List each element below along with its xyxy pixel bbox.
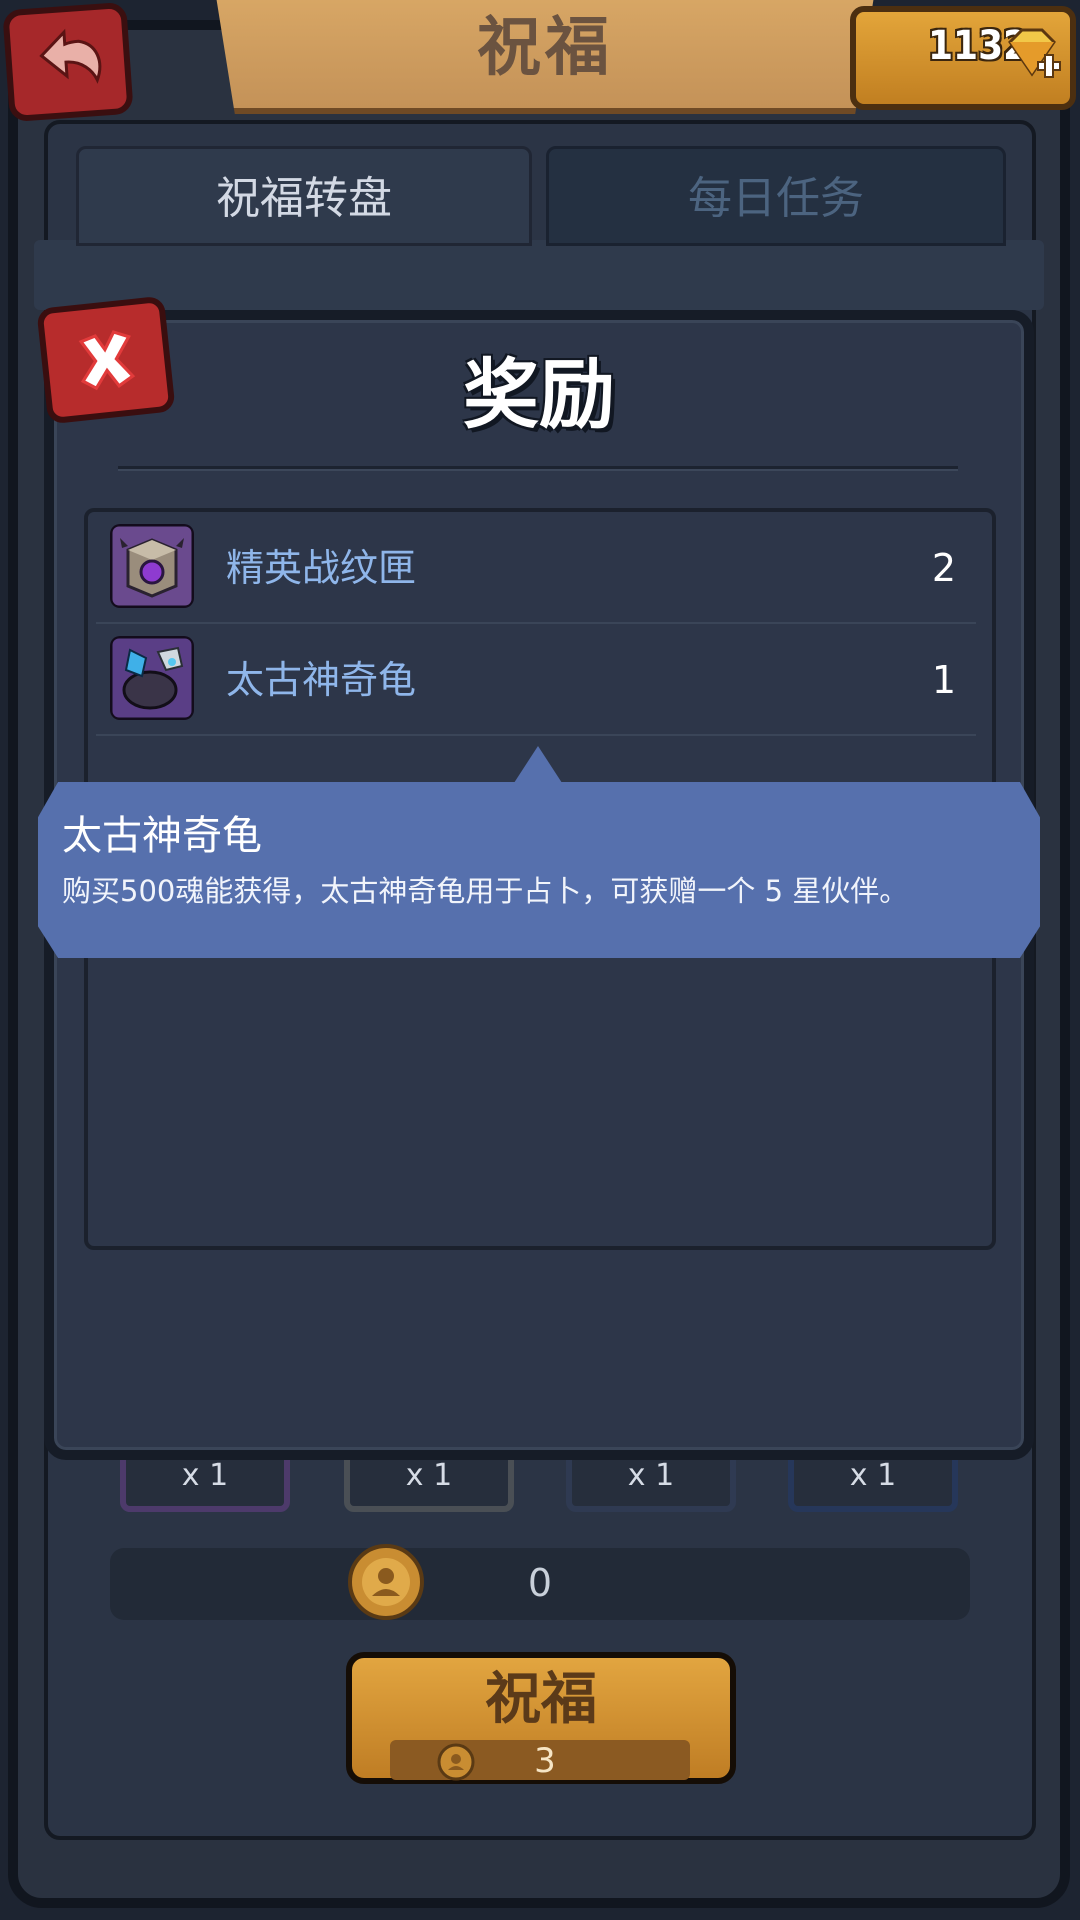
coin-count: 0 xyxy=(527,1561,553,1605)
tooltip-title: 太古神奇龟 xyxy=(62,813,262,859)
reward-name: 太古神奇龟 xyxy=(226,658,417,702)
back-button[interactable] xyxy=(2,1,134,123)
tab-blessing-wheel[interactable]: 祝福转盘 xyxy=(76,146,532,246)
tab-strip xyxy=(34,240,1044,310)
blessing-coin-icon xyxy=(348,1544,424,1620)
tooltip-description: 购买500魂能获得，太古神奇龟用于占卜，可获赠一个 5 星伙伴。 xyxy=(62,874,909,908)
modal-title: 奖励 xyxy=(463,350,615,439)
currency-value: 1132 xyxy=(928,23,1029,69)
elite-box-icon xyxy=(110,524,194,608)
back-arrow-icon xyxy=(39,28,102,84)
ancient-turtle-icon xyxy=(110,636,194,720)
page-title: 祝福 xyxy=(477,11,613,85)
reward-quantity: 2 xyxy=(931,546,956,590)
close-x-icon xyxy=(78,330,136,391)
modal-divider xyxy=(118,466,958,469)
close-button[interactable] xyxy=(36,295,176,425)
blessing-coin-icon xyxy=(437,1743,475,1781)
list-item[interactable]: 太古神奇龟 1 xyxy=(96,624,976,736)
reward-name: 精英战纹匣 xyxy=(226,546,417,590)
gem-plus-icon[interactable] xyxy=(1000,22,1064,86)
reward-quantity: 1 xyxy=(931,658,956,702)
bless-cost-value: 3 xyxy=(534,1741,556,1781)
bless-button-label: 祝福 xyxy=(485,1667,597,1732)
list-item[interactable]: 精英战纹匣 2 xyxy=(96,512,976,624)
tab-daily-tasks[interactable]: 每日任务 xyxy=(546,146,1006,246)
